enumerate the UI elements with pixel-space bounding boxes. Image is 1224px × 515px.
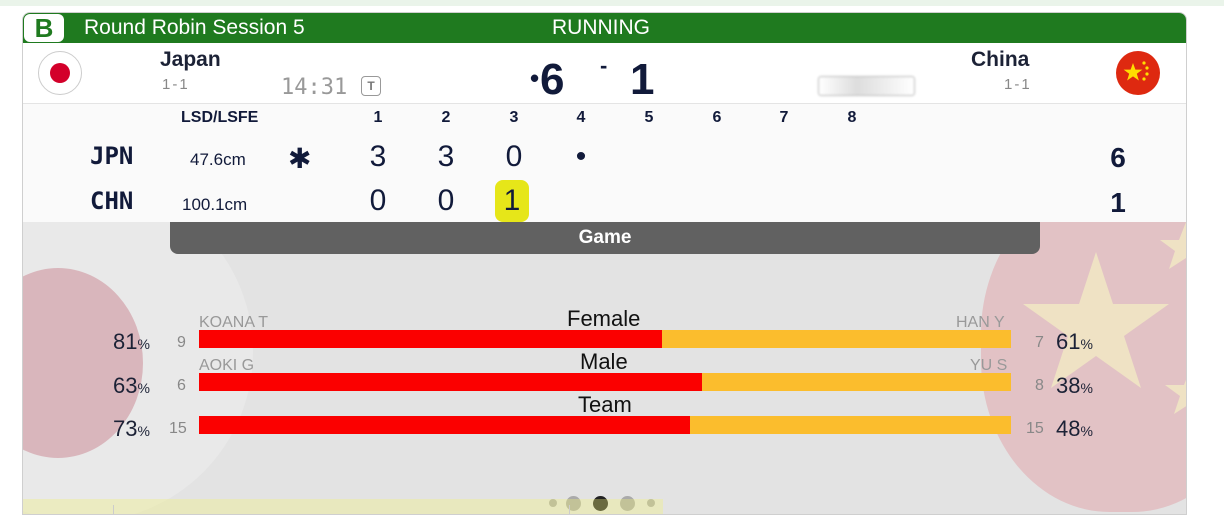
male-bar-home-fill — [199, 373, 703, 391]
away-team-record: 1-1 — [1004, 76, 1032, 93]
china-flag-icon — [1116, 51, 1160, 95]
male-bar — [199, 373, 1011, 391]
female-bar-home-fill — [199, 330, 662, 348]
lsd-header: LSD/LSFE — [181, 109, 259, 126]
pct-unit: % — [1080, 423, 1093, 439]
end-header-4: 4 — [576, 109, 586, 126]
female-label: Female — [567, 306, 641, 331]
team-away-count: 15 — [1026, 420, 1044, 437]
score-separator: - — [600, 53, 608, 78]
home-end-2: 3 — [437, 140, 455, 173]
linescore-grid: LSD/LSFE 1 2 3 4 5 6 7 8 JPN 47.6cm ✱ 3 … — [23, 104, 1186, 222]
home-team-name: Japan — [160, 48, 221, 71]
pct-unit: % — [137, 380, 150, 396]
japan-flag-icon — [38, 51, 82, 95]
away-end-3-current: 1 — [495, 180, 529, 222]
female-away-count: 7 — [1035, 334, 1044, 351]
pct-unit: % — [1080, 336, 1093, 352]
team-label: Team — [578, 392, 632, 417]
stats-panel: Game KOANA T Female HAN Y 81% 9 7 61% AO… — [23, 222, 1186, 514]
male-away-pct-value: 38 — [1056, 373, 1081, 398]
home-score: 6 — [540, 55, 565, 104]
male-away-pct: 38% — [1056, 373, 1093, 399]
game-clock: 14:31 — [281, 75, 348, 100]
end-header-2: 2 — [441, 109, 451, 126]
scoreboard-header: B Round Robin Session 5 RUNNING — [23, 13, 1186, 43]
team-away-pct-value: 48 — [1056, 416, 1081, 441]
female-away-pct-value: 61 — [1056, 329, 1081, 354]
sheet-badge: B — [24, 14, 64, 43]
japan-flag-disc — [50, 63, 70, 83]
home-team-code: JPN — [90, 142, 134, 170]
end-header-6: 6 — [712, 109, 722, 126]
female-away-pct: 61% — [1056, 329, 1093, 355]
scoreboard-card: B Round Robin Session 5 RUNNING Japan 1-… — [22, 12, 1187, 515]
teams-row: Japan 1-1 14:31 T • 6 - 1 China 1-1 — [23, 43, 1186, 104]
end-header-1: 1 — [373, 109, 383, 126]
away-lsd: 100.1cm — [182, 195, 248, 214]
female-home-count: 9 — [177, 334, 186, 351]
male-home-count: 6 — [177, 377, 186, 394]
pct-unit: % — [1080, 380, 1093, 396]
team-away-pct: 48% — [1056, 416, 1093, 442]
female-home-pct: 81% — [113, 329, 150, 355]
female-bar — [199, 330, 1011, 348]
away-team-code: CHN — [90, 187, 134, 215]
home-team-record: 1-1 — [162, 76, 190, 93]
male-home-pct-value: 63 — [113, 373, 138, 398]
hammer-indicator: • — [530, 63, 540, 93]
team-home-count: 15 — [169, 420, 187, 437]
end-header-5: 5 — [644, 109, 654, 126]
session-title: Round Robin Session 5 — [84, 16, 305, 39]
away-end-2: 0 — [437, 184, 455, 217]
divider — [569, 505, 570, 514]
male-home-pct: 63% — [113, 373, 150, 399]
team-bar — [199, 416, 1011, 434]
top-strip — [0, 0, 1224, 6]
male-label: Male — [580, 349, 628, 374]
home-lsd: 47.6cm — [190, 150, 246, 169]
end-header-7: 7 — [779, 109, 789, 126]
divider — [113, 505, 114, 514]
away-team-name: China — [971, 48, 1030, 71]
china-background-emblem — [981, 222, 1186, 512]
pct-unit: % — [137, 423, 150, 439]
home-end-4: • — [575, 140, 587, 173]
pct-unit: % — [137, 336, 150, 352]
blurred-element — [818, 76, 915, 96]
away-total: 1 — [1110, 187, 1126, 218]
team-home-pct-value: 73 — [113, 416, 138, 441]
team-bar-home-fill — [199, 416, 691, 434]
home-total: 6 — [1110, 142, 1126, 173]
timeout-badge: T — [361, 76, 381, 96]
game-status: RUNNING — [552, 16, 650, 39]
male-away-count: 8 — [1035, 377, 1044, 394]
home-end-1: 3 — [369, 140, 387, 173]
end-header-8: 8 — [847, 109, 857, 126]
female-home-pct-value: 81 — [113, 329, 138, 354]
away-score: 1 — [630, 55, 655, 104]
game-tab-bar[interactable]: Game — [170, 222, 1040, 254]
team-home-pct: 73% — [113, 416, 150, 442]
hammer-star-icon: ✱ — [288, 142, 312, 175]
away-end-1: 0 — [369, 184, 387, 217]
end-header-3: 3 — [509, 109, 519, 126]
home-end-3: 0 — [505, 140, 523, 173]
